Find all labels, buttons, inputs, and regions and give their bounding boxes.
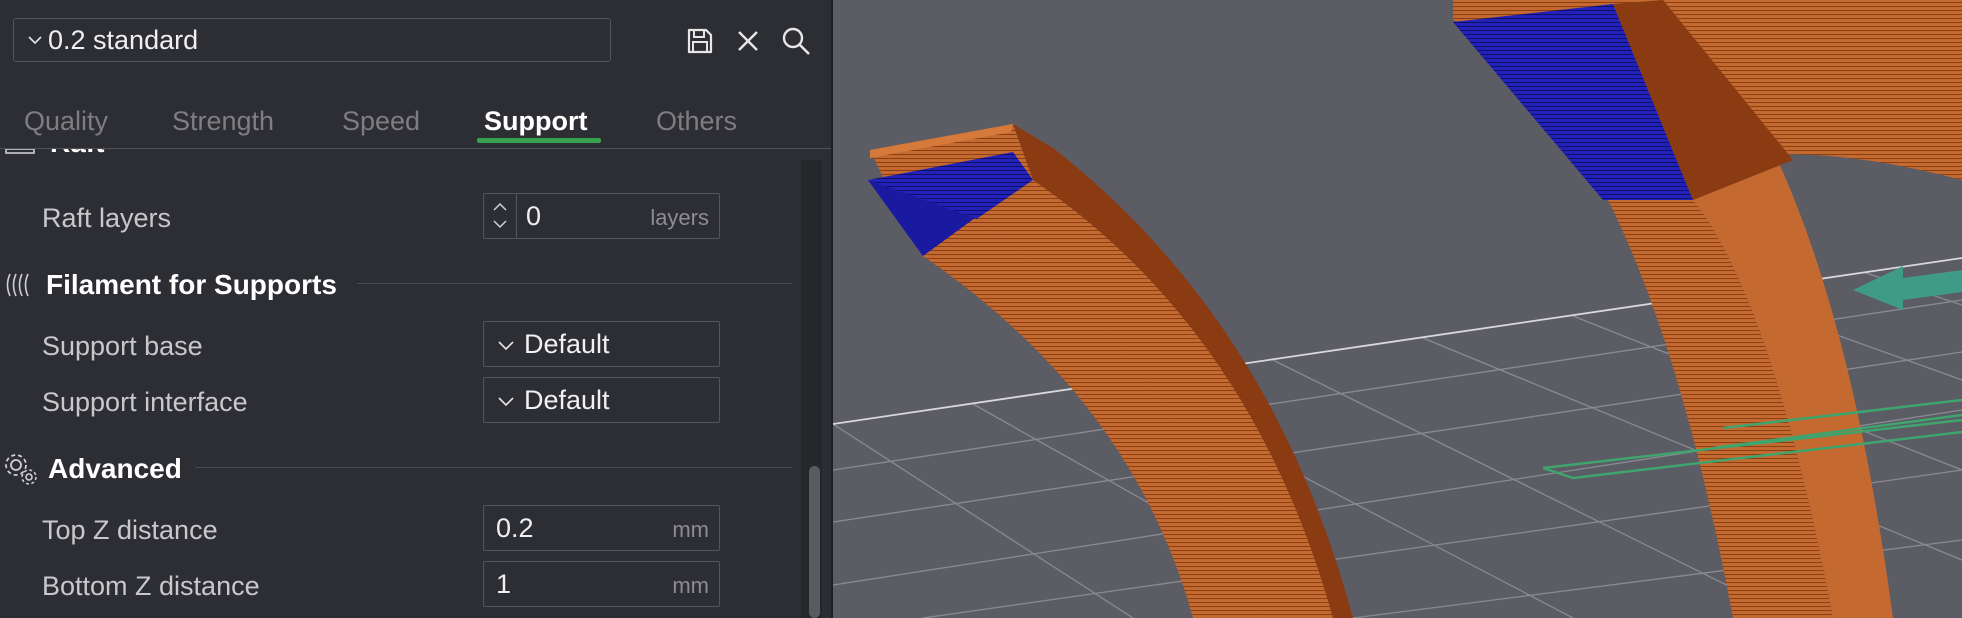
top-z-distance-unit: mm	[672, 517, 709, 542]
section-filament-header: Filament for Supports	[4, 269, 337, 301]
tab-strength[interactable]: Strength	[172, 106, 274, 137]
raft-layers-field[interactable]: 0 layers	[483, 193, 720, 239]
raft-layers-stepper[interactable]	[484, 194, 517, 238]
section-divider	[357, 283, 792, 284]
top-z-distance-label: Top Z distance	[42, 515, 218, 545]
move-arrow-gizmo	[1853, 266, 1962, 310]
settings-scrollbar-thumb[interactable]	[809, 466, 820, 618]
chevron-down-icon	[498, 397, 514, 407]
tab-support[interactable]: Support	[484, 106, 587, 137]
raft-layers-label: Raft layers	[42, 203, 172, 233]
bottom-z-distance-unit: mm	[672, 573, 709, 598]
section-raft-title: Raft	[50, 149, 104, 159]
top-z-distance-value: 0.2	[496, 513, 534, 543]
settings-scroll-area: Raft Raft layers 0 layers	[0, 149, 831, 618]
bottom-z-distance-field[interactable]: 1 mm	[483, 561, 720, 607]
preset-selector[interactable]: 0.2 standard	[13, 18, 611, 62]
support-interface-select[interactable]: Default	[483, 377, 720, 423]
chevron-down-icon	[28, 36, 42, 45]
printed-model-left	[868, 124, 1353, 618]
top-z-distance-field[interactable]: 0.2 mm	[483, 505, 720, 551]
support-interface-label: Support interface	[42, 387, 248, 417]
preset-value: 0.2 standard	[48, 24, 199, 55]
section-divider	[195, 467, 792, 468]
bottom-z-distance-value: 1	[496, 569, 512, 599]
chevron-down-icon	[498, 341, 514, 351]
printed-model-right	[1453, 0, 1962, 618]
support-base-select[interactable]: Default	[483, 321, 720, 367]
tab-speed[interactable]: Speed	[342, 106, 420, 137]
chevron-up-icon[interactable]	[492, 202, 508, 212]
support-base-label: Support base	[42, 331, 203, 361]
section-advanced-header: Advanced	[2, 451, 182, 487]
close-icon[interactable]	[731, 24, 765, 58]
raft-layers-value: 0	[526, 201, 542, 231]
section-advanced-title: Advanced	[48, 453, 182, 484]
section-raft-header: Raft	[4, 149, 104, 159]
gear-icon	[5, 454, 37, 485]
chevron-down-icon[interactable]	[492, 219, 508, 229]
section-filament-title: Filament for Supports	[46, 269, 337, 300]
support-interface-value: Default	[524, 385, 610, 415]
save-icon[interactable]	[683, 24, 717, 58]
3d-preview-viewport[interactable]	[833, 0, 1962, 618]
raft-layers-unit: layers	[650, 205, 709, 230]
tab-quality[interactable]: Quality	[24, 106, 108, 137]
settings-tabs: Quality Strength Speed Support Others	[0, 100, 831, 149]
active-tab-indicator	[477, 138, 601, 143]
settings-panel: 0.2 standard Quality Strength Speed Supp…	[0, 0, 831, 618]
tab-others[interactable]: Others	[656, 106, 737, 137]
bottom-z-distance-label: Bottom Z distance	[42, 571, 260, 601]
support-base-value: Default	[524, 329, 610, 359]
filament-icon	[6, 273, 29, 297]
search-icon[interactable]	[779, 24, 813, 58]
preview-scene	[833, 0, 1962, 618]
raft-icon	[5, 149, 35, 154]
